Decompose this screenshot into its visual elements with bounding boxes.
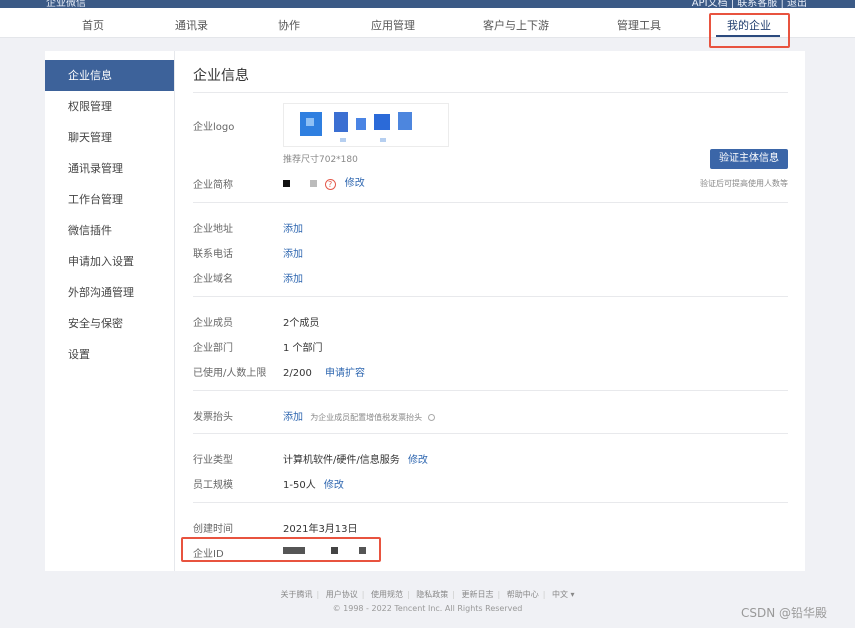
industry-type-row: 计算机软件/硬件/信息服务 修改 [283,451,428,466]
logo-size-hint: 推荐尺寸702*180 [283,155,358,165]
sidebar-item-permissions[interactable]: 权限管理 [45,91,174,122]
edit-short-name-link[interactable]: 修改 [345,178,365,189]
departments-value: 1 个部门 [283,343,323,354]
sidebar-item-external[interactable]: 外部沟通管理 [45,277,174,308]
staff-size-row: 1-50人 修改 [283,476,344,491]
members-label: 企业成员 [193,318,233,329]
sidebar-item-wechat-plugin[interactable]: 微信插件 [45,215,174,246]
sidebar-item-chat[interactable]: 聊天管理 [45,122,174,153]
short-name-label: 企业简称 [193,180,233,191]
invoice-row: 添加 为企业成员配置增值税发票抬头 [283,408,436,423]
footer-link-changelog[interactable]: 更新日志 [461,590,493,599]
info-icon[interactable] [428,414,436,421]
divider [193,202,788,203]
divider [193,390,788,391]
footer-link-help[interactable]: 帮助中心 [507,590,539,599]
page-title: 企业信息 [193,68,249,84]
nav-collaboration[interactable]: 协作 [278,17,300,33]
enterprise-logo-image[interactable] [283,103,449,147]
apply-expansion-link[interactable]: 申请扩容 [325,368,365,379]
sidebar-item-contacts[interactable]: 通讯录管理 [45,153,174,184]
departments-label: 企业部门 [193,343,233,354]
short-name-value: ? 修改 [283,174,365,190]
sidebar-item-settings[interactable]: 设置 [45,339,174,370]
industry-type-label: 行业类型 [193,455,233,466]
industry-type-value: 计算机软件/硬件/信息服务 [283,455,400,466]
help-icon[interactable]: ? [324,179,336,190]
watermark: CSDN @铅华殿 [741,606,828,620]
sidebar-item-join-settings[interactable]: 申请加入设置 [45,246,174,277]
staff-size-label: 员工规模 [193,480,233,491]
members-value: 2个成员 [283,318,320,329]
domain-label: 企业域名 [193,274,233,285]
footer-language-select[interactable]: 中文 ▾ [552,590,575,599]
created-value: 2021年3月13日 [283,524,358,535]
add-phone-link[interactable]: 添加 [283,245,303,260]
created-label: 创建时间 [193,524,233,535]
nav-home[interactable]: 首页 [82,17,104,33]
add-invoice-link[interactable]: 添加 [283,412,303,423]
nav-management-tools[interactable]: 管理工具 [617,17,661,33]
verify-entity-button[interactable]: 验证主体信息 [710,149,788,169]
sidebar: 企业信息 权限管理 聊天管理 通讯录管理 工作台管理 微信插件 申请加入设置 外… [45,51,175,571]
divider [193,296,788,297]
sidebar-item-workbench[interactable]: 工作台管理 [45,184,174,215]
footer-link-about[interactable]: 关于腾讯 [280,590,312,599]
main-card: 企业信息 权限管理 聊天管理 通讯录管理 工作台管理 微信插件 申请加入设置 外… [45,51,805,571]
edit-industry-link[interactable]: 修改 [408,455,428,466]
footer-links: 关于腾讯 | 用户协议 | 使用规范 | 隐私政策 | 更新日志 | 帮助中心 | 中文 ▾ [280,590,575,599]
nav-customers[interactable]: 客户与上下游 [483,17,549,33]
logo-label: 企业logo [193,122,235,133]
nav-app-management[interactable]: 应用管理 [371,17,415,33]
usage-value: 2/200 [283,368,312,379]
content-panel: 企业信息 企业logo 推荐尺寸702*180 验证主体信息 验证后可提高使用人… [193,51,788,571]
divider [193,433,788,434]
phone-label: 联系电话 [193,249,233,260]
footer-copyright: © 1998 - 2022 Tencent Inc. All Rights Re… [332,604,523,613]
divider [193,92,788,93]
footer-link-privacy[interactable]: 隐私政策 [416,590,448,599]
highlight-box-my-enterprise [709,13,790,48]
add-address-link[interactable]: 添加 [283,220,303,235]
staff-size-value: 1-50人 [283,480,316,491]
address-label: 企业地址 [193,224,233,235]
usage-label: 已使用/人数上限 [193,368,267,379]
sidebar-item-security[interactable]: 安全与保密 [45,308,174,339]
nav-contacts[interactable]: 通讯录 [175,17,208,33]
edit-staff-size-link[interactable]: 修改 [324,480,344,491]
invoice-label: 发票抬头 [193,412,233,423]
sidebar-item-enterprise-info[interactable]: 企业信息 [45,60,174,91]
verify-note: 验证后可提高使用人数等 [700,179,788,188]
usage-row: 2/200 申请扩容 [283,364,365,379]
highlight-box-enterprise-id [181,537,381,562]
footer-link-terms[interactable]: 用户协议 [326,590,358,599]
footer-link-usage[interactable]: 使用规范 [371,590,403,599]
invoice-hint: 为企业成员配置增值税发票抬头 [310,413,423,422]
add-domain-link[interactable]: 添加 [283,270,303,285]
top-bar: 企业微信 API文档 | 联系客服 | 退出 [0,0,855,9]
divider [193,502,788,503]
